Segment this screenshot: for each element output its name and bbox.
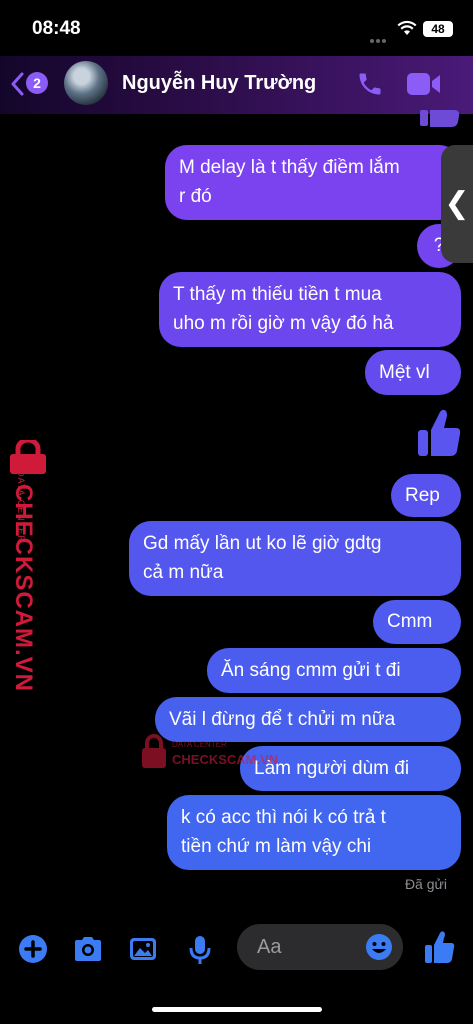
message-line: Mệt vl (379, 362, 430, 383)
signal-dots-icon (370, 30, 392, 61)
watermark-brand: CHECKSCAM.VN (172, 752, 279, 767)
wifi-icon (397, 20, 417, 35)
message-bubble[interactable]: Vãi l đừng để t chửi m nữa (155, 697, 461, 742)
message-bubble[interactable]: M delay là t thấy điềm lắm r đó (165, 145, 461, 220)
plus-icon[interactable] (18, 934, 48, 964)
message-line: cả m nữa (143, 562, 224, 583)
phone-icon[interactable] (356, 70, 384, 98)
message-bubble[interactable]: Cmm (373, 600, 461, 644)
message-line: M delay là t thấy điềm lắm (179, 157, 400, 178)
status-bar: 08:48 48 (0, 0, 473, 61)
thumbs-up-icon (420, 110, 460, 127)
unread-badge: 2 (26, 72, 48, 94)
message-line: Gd mấy lần ut ko lẽ giờ gdtg (143, 533, 382, 554)
lock-icon (142, 734, 166, 768)
video-icon[interactable] (406, 70, 442, 98)
camera-icon[interactable] (72, 934, 104, 964)
back-button[interactable]: 2 (10, 70, 52, 98)
chevron-left-icon (11, 72, 24, 96)
thumbs-up-icon[interactable] (424, 930, 456, 964)
message-bubble[interactable]: T thấy m thiếu tiền t mua uho m rồi giờ … (159, 272, 461, 347)
microphone-icon[interactable] (188, 934, 212, 966)
watermark-brand: CHECKSCAM.VN (10, 484, 37, 693)
battery-indicator: 48 (423, 21, 453, 37)
message-bubble[interactable]: Rep (391, 474, 461, 517)
message-line: Ăn sáng cmm gửi t đi (221, 660, 401, 681)
message-line: Rep (405, 485, 440, 506)
contact-name[interactable]: Nguyễn Huy Trường (122, 72, 316, 95)
side-panel-tab[interactable]: ❮ (441, 145, 473, 263)
message-line: T thấy m thiếu tiền t mua (173, 284, 382, 305)
message-input[interactable]: Aa (237, 924, 403, 970)
message-composer: Aa (0, 920, 473, 980)
message-line: Cmm (387, 611, 433, 632)
message-line: tiền chứ m làm vậy chi (181, 836, 372, 857)
delivery-status: Đã gửi (404, 876, 447, 892)
emoji-icon[interactable] (365, 933, 393, 961)
chevron-left-icon: ❮ (444, 187, 470, 220)
watermark-sub: DATA CENTER (172, 740, 227, 749)
watermark-inline: DATA CENTER CHECKSCAM.VN (140, 734, 278, 775)
message-line: uho m rồi giờ m vậy đó hả (173, 313, 394, 334)
status-time: 08:48 (32, 18, 81, 39)
message-line: k có acc thì nói k có trả t (181, 807, 386, 828)
message-bubble[interactable]: k có acc thì nói k có trả t tiền chứ m l… (167, 795, 461, 870)
home-indicator (152, 1007, 322, 1012)
message-line: r đó (179, 186, 212, 207)
image-icon[interactable] (128, 934, 158, 964)
message-bubble[interactable]: Ăn sáng cmm gửi t đi (207, 648, 461, 693)
message-bubble[interactable]: Gd mấy lần ut ko lẽ giờ gdtg cả m nữa (129, 521, 461, 596)
message-input-placeholder: Aa (257, 936, 282, 958)
message-line: Vãi l đừng để t chửi m nữa (169, 709, 396, 730)
thumbs-up-icon[interactable] (416, 408, 462, 458)
conversation-header: 2 Nguyễn Huy Trường (0, 56, 473, 114)
lock-icon (10, 440, 46, 474)
avatar[interactable] (64, 61, 108, 105)
message-bubble[interactable]: Mệt vl (365, 350, 461, 395)
watermark-vertical: DATA CENTER CHECKSCAM.VN (4, 440, 54, 692)
